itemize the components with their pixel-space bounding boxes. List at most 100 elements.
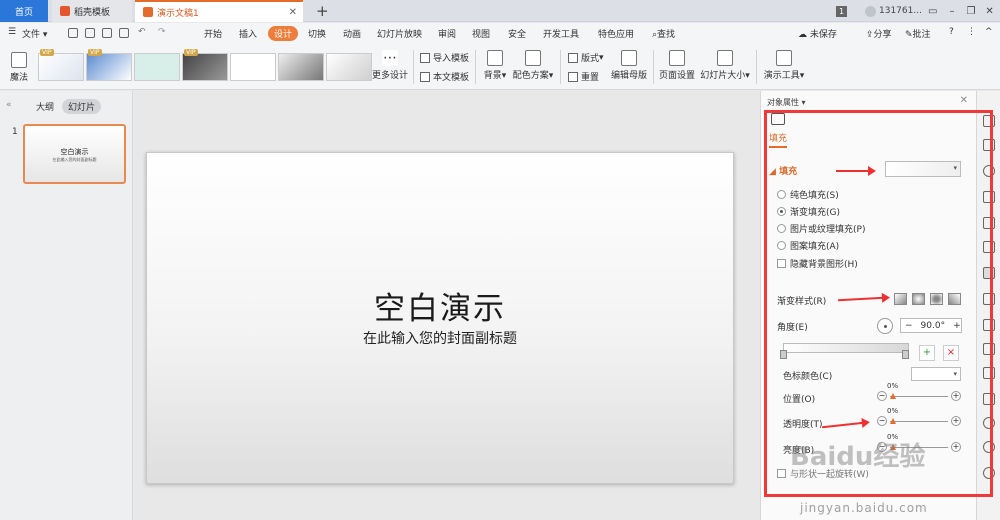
menu-design[interactable]: 设计 — [268, 26, 299, 41]
slide-title[interactable]: 空白演示 — [147, 283, 733, 328]
magic-wand-icon — [11, 52, 27, 68]
more-design-button[interactable]: ⋯ 更多设计 — [372, 50, 408, 81]
panel-title: 对象属性 ▾ — [767, 98, 806, 107]
separator — [413, 50, 414, 84]
maximize-icon[interactable]: ❐ — [966, 6, 975, 17]
tab-home[interactable]: 首页 — [0, 0, 48, 22]
palette-icon — [525, 50, 541, 66]
color-scheme-button[interactable]: 配色方案▾ — [512, 50, 554, 81]
separator — [560, 50, 561, 84]
design-thumb[interactable] — [230, 53, 276, 81]
watermark-logo: Baidu经验 — [790, 442, 926, 472]
redo-icon[interactable]: ↷ — [158, 27, 166, 37]
menu-search[interactable]: ⌕查找 — [652, 27, 675, 40]
watermark-url: jingyan.baidu.com — [800, 501, 928, 515]
save-icon[interactable] — [68, 28, 78, 38]
collapse-ribbon-icon[interactable]: ^ — [985, 27, 993, 37]
user-account[interactable]: 131761... — [865, 3, 922, 19]
collapse-panel-icon[interactable]: « — [6, 100, 12, 110]
design-thumbnails: VIP VIP VIP — [38, 49, 372, 83]
reset-icon — [568, 71, 578, 82]
unsaved-status[interactable]: ☁ 未保存 — [798, 27, 837, 40]
menu-bar: ☰ 文件 ▾ ↶ ↷ 开始 插入 设计 切换 动画 幻灯片放映 审阅 视图 安全… — [0, 23, 1000, 44]
design-thumb[interactable] — [326, 53, 372, 81]
slide-size-button[interactable]: 幻灯片大小▾ — [700, 50, 750, 81]
window-controls: ▭ – ❐ ✕ — [928, 3, 994, 19]
title-bar: 首页 稻壳模板 演示文稿1 ✕ + 1 131761... ▭ – ❐ ✕ — [0, 0, 1000, 22]
close-icon[interactable]: ✕ — [289, 7, 297, 18]
design-thumb[interactable]: VIP — [182, 49, 228, 81]
menu-animation[interactable]: 动画 — [343, 27, 361, 40]
presentation-icon — [143, 7, 153, 17]
import-template-button[interactable]: 导入模板 — [420, 51, 469, 64]
page-setup-icon — [669, 50, 685, 66]
text-template-button[interactable]: 本文模板 — [420, 70, 469, 83]
editing-canvas: 空白演示 在此输入您的封面副标题 — [134, 91, 759, 520]
comment-icon: ✎ — [905, 30, 913, 40]
master-icon — [621, 50, 637, 66]
menu-file[interactable]: 文件 ▾ — [22, 27, 47, 40]
template-icon — [420, 71, 430, 82]
design-thumb[interactable] — [278, 53, 324, 81]
print-icon[interactable] — [102, 28, 112, 38]
menu-review[interactable]: 审阅 — [438, 27, 456, 40]
tab-document[interactable]: 演示文稿1 ✕ — [135, 0, 303, 22]
restore-icon[interactable]: ▭ — [928, 6, 937, 17]
thumbnail-title: 空白演示 — [60, 148, 89, 156]
comment-button[interactable]: ✎批注 — [905, 27, 931, 40]
slide-size-icon — [717, 50, 733, 66]
thumbnail-subtitle: 在此输入您的封面副标题 — [52, 157, 97, 162]
separator — [653, 50, 654, 84]
edit-master-button[interactable]: 编辑母版 — [610, 50, 648, 81]
layout-button[interactable]: 版式 ▾ — [568, 51, 604, 64]
background-icon — [487, 50, 503, 66]
magic-button[interactable]: 魔法 — [6, 52, 32, 83]
tab-daoke-templates[interactable]: 稻壳模板 — [52, 0, 132, 22]
more-icon[interactable]: ⋮ — [967, 27, 976, 37]
slide-number: 1 — [12, 127, 18, 137]
menu-slideshow[interactable]: 幻灯片放映 — [377, 27, 422, 40]
layout-icon — [568, 52, 578, 63]
menu-security[interactable]: 安全 — [508, 27, 526, 40]
open-icon[interactable] — [85, 28, 95, 38]
slide-thumbnail[interactable]: 空白演示 在此输入您的封面副标题 — [23, 124, 126, 184]
presentation-tools-button[interactable]: 演示工具▾ — [762, 50, 806, 81]
hamburger-icon[interactable]: ☰ — [8, 27, 16, 37]
reset-button[interactable]: 重置 — [568, 70, 599, 83]
annotation-arrow — [836, 166, 876, 176]
design-thumb[interactable]: VIP — [38, 49, 84, 81]
design-thumb[interactable] — [134, 53, 180, 81]
import-icon — [420, 52, 430, 63]
help-icon[interactable]: ? — [949, 27, 954, 37]
menu-special[interactable]: 特色应用 — [598, 27, 634, 40]
menu-transition[interactable]: 切换 — [308, 27, 326, 40]
new-tab-button[interactable]: + — [316, 2, 329, 20]
grid-icon: ⋯ — [382, 50, 398, 66]
avatar — [865, 5, 876, 17]
tools-icon — [776, 50, 792, 66]
share-button[interactable]: ⇪分享 — [866, 27, 892, 40]
design-thumb[interactable]: VIP — [86, 49, 132, 81]
menu-start[interactable]: 开始 — [204, 27, 222, 40]
menu-developer[interactable]: 开发工具 — [543, 27, 579, 40]
tab-slides[interactable]: 幻灯片 — [62, 99, 102, 114]
menu-view[interactable]: 视图 — [472, 27, 490, 40]
minimize-icon[interactable]: – — [949, 6, 954, 17]
preview-icon[interactable] — [119, 28, 129, 38]
background-button[interactable]: 背景▾ — [480, 50, 510, 81]
cloud-icon: ☁ — [798, 30, 807, 40]
slide-subtitle[interactable]: 在此输入您的封面副标题 — [147, 328, 733, 348]
page-setup-button[interactable]: 页面设置 — [658, 50, 696, 81]
slide-panel: « 大纲 幻灯片 1 空白演示 在此输入您的封面副标题 — [0, 91, 133, 520]
close-window-icon[interactable]: ✕ — [985, 6, 993, 17]
slide[interactable]: 空白演示 在此输入您的封面副标题 — [146, 152, 734, 484]
ribbon: 魔法 VIP VIP VIP ⋯ 更多设计 导入模板 本文模板 背景▾ 配色方案▾… — [0, 44, 1000, 90]
undo-icon[interactable]: ↶ — [138, 27, 146, 37]
tab-outline[interactable]: 大纲 — [36, 100, 54, 113]
menu-insert[interactable]: 插入 — [239, 27, 257, 40]
daoke-icon — [60, 6, 70, 16]
share-icon: ⇪ — [866, 30, 874, 40]
separator — [475, 50, 476, 84]
close-icon[interactable]: ✕ — [960, 95, 968, 106]
separator — [756, 50, 757, 84]
